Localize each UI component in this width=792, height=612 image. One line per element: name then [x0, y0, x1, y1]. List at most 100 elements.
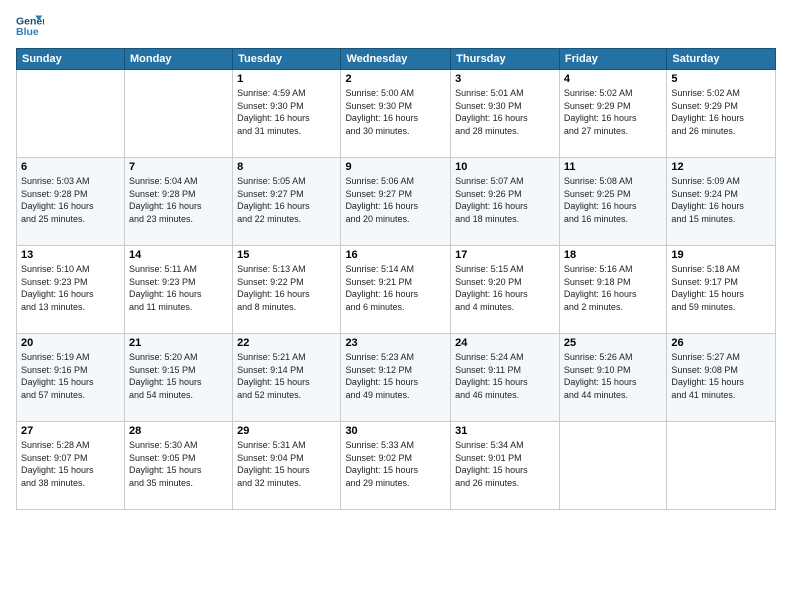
- day-number: 25: [564, 337, 662, 349]
- calendar-cell: 17 Sunrise: 5:15 AM Sunset: 9:20 PM Dayli…: [451, 246, 560, 334]
- day-info: Sunrise: 5:13 AM Sunset: 9:22 PM Dayligh…: [237, 263, 336, 313]
- day-info: Sunrise: 5:04 AM Sunset: 9:28 PM Dayligh…: [129, 175, 228, 225]
- day-info: Sunrise: 5:09 AM Sunset: 9:24 PM Dayligh…: [671, 175, 771, 225]
- day-info: Sunrise: 5:03 AM Sunset: 9:28 PM Dayligh…: [21, 175, 120, 225]
- day-info: Sunrise: 5:11 AM Sunset: 9:23 PM Dayligh…: [129, 263, 228, 313]
- day-number: 27: [21, 425, 120, 437]
- day-info: Sunrise: 5:20 AM Sunset: 9:15 PM Dayligh…: [129, 351, 228, 401]
- weekday-header-saturday: Saturday: [667, 49, 776, 70]
- calendar-cell: 9 Sunrise: 5:06 AM Sunset: 9:27 PM Daylig…: [341, 158, 451, 246]
- day-number: 26: [671, 337, 771, 349]
- day-number: 21: [129, 337, 228, 349]
- day-number: 5: [671, 73, 771, 85]
- calendar-cell: 30 Sunrise: 5:33 AM Sunset: 9:02 PM Dayli…: [341, 422, 451, 510]
- calendar-cell: 31 Sunrise: 5:34 AM Sunset: 9:01 PM Dayli…: [451, 422, 560, 510]
- page-header: General Blue: [16, 12, 776, 40]
- svg-text:Blue: Blue: [16, 26, 39, 38]
- calendar-cell: 7 Sunrise: 5:04 AM Sunset: 9:28 PM Daylig…: [124, 158, 232, 246]
- calendar-cell: 20 Sunrise: 5:19 AM Sunset: 9:16 PM Dayli…: [17, 334, 125, 422]
- day-info: Sunrise: 5:00 AM Sunset: 9:30 PM Dayligh…: [345, 87, 446, 137]
- calendar-cell: 6Sunrise: 5:03 AM Sunset: 9:28 PM Daylig…: [17, 158, 125, 246]
- calendar-cell: 28 Sunrise: 5:30 AM Sunset: 9:05 PM Dayli…: [124, 422, 232, 510]
- day-number: 16: [345, 249, 446, 261]
- day-info: Sunrise: 5:02 AM Sunset: 9:29 PM Dayligh…: [671, 87, 771, 137]
- calendar-cell: 21 Sunrise: 5:20 AM Sunset: 9:15 PM Dayli…: [124, 334, 232, 422]
- day-info: Sunrise: 5:18 AM Sunset: 9:17 PM Dayligh…: [671, 263, 771, 313]
- day-info: Sunrise: 5:21 AM Sunset: 9:14 PM Dayligh…: [237, 351, 336, 401]
- calendar-cell: 15 Sunrise: 5:13 AM Sunset: 9:22 PM Dayli…: [233, 246, 341, 334]
- calendar-week-4: 20 Sunrise: 5:19 AM Sunset: 9:16 PM Dayli…: [17, 334, 776, 422]
- weekday-header-sunday: Sunday: [17, 49, 125, 70]
- calendar-header-row: SundayMondayTuesdayWednesdayThursdayFrid…: [17, 49, 776, 70]
- day-number: 8: [237, 161, 336, 173]
- calendar-cell: 22 Sunrise: 5:21 AM Sunset: 9:14 PM Dayli…: [233, 334, 341, 422]
- day-info: Sunrise: 5:28 AM Sunset: 9:07 PM Dayligh…: [21, 439, 120, 489]
- calendar-cell: 25 Sunrise: 5:26 AM Sunset: 9:10 PM Dayli…: [559, 334, 666, 422]
- day-number: 3: [455, 73, 555, 85]
- calendar-cell: [559, 422, 666, 510]
- day-info: Sunrise: 5:05 AM Sunset: 9:27 PM Dayligh…: [237, 175, 336, 225]
- calendar-cell: 3 Sunrise: 5:01 AM Sunset: 9:30 PM Daylig…: [451, 70, 560, 158]
- calendar-cell: 16 Sunrise: 5:14 AM Sunset: 9:21 PM Dayli…: [341, 246, 451, 334]
- day-info: Sunrise: 5:31 AM Sunset: 9:04 PM Dayligh…: [237, 439, 336, 489]
- day-number: 11: [564, 161, 662, 173]
- day-number: 30: [345, 425, 446, 437]
- day-number: 28: [129, 425, 228, 437]
- day-number: 7: [129, 161, 228, 173]
- calendar-cell: 26 Sunrise: 5:27 AM Sunset: 9:08 PM Dayli…: [667, 334, 776, 422]
- day-number: 2: [345, 73, 446, 85]
- logo-icon: General Blue: [16, 12, 44, 40]
- day-number: 20: [21, 337, 120, 349]
- day-info: Sunrise: 5:27 AM Sunset: 9:08 PM Dayligh…: [671, 351, 771, 401]
- calendar-cell: [17, 70, 125, 158]
- day-info: Sunrise: 5:24 AM Sunset: 9:11 PM Dayligh…: [455, 351, 555, 401]
- day-info: Sunrise: 5:19 AM Sunset: 9:16 PM Dayligh…: [21, 351, 120, 401]
- calendar-cell: 23 Sunrise: 5:23 AM Sunset: 9:12 PM Dayli…: [341, 334, 451, 422]
- calendar-cell: 11 Sunrise: 5:08 AM Sunset: 9:25 PM Dayli…: [559, 158, 666, 246]
- calendar-cell: [667, 422, 776, 510]
- day-info: Sunrise: 5:01 AM Sunset: 9:30 PM Dayligh…: [455, 87, 555, 137]
- calendar-week-5: 27 Sunrise: 5:28 AM Sunset: 9:07 PM Dayli…: [17, 422, 776, 510]
- calendar-cell: 29 Sunrise: 5:31 AM Sunset: 9:04 PM Dayli…: [233, 422, 341, 510]
- day-info: Sunrise: 4:59 AM Sunset: 9:30 PM Dayligh…: [237, 87, 336, 137]
- day-number: 19: [671, 249, 771, 261]
- day-info: Sunrise: 5:26 AM Sunset: 9:10 PM Dayligh…: [564, 351, 662, 401]
- day-info: Sunrise: 5:14 AM Sunset: 9:21 PM Dayligh…: [345, 263, 446, 313]
- day-info: Sunrise: 5:08 AM Sunset: 9:25 PM Dayligh…: [564, 175, 662, 225]
- day-number: 31: [455, 425, 555, 437]
- day-number: 1: [237, 73, 336, 85]
- calendar-cell: 18 Sunrise: 5:16 AM Sunset: 9:18 PM Dayli…: [559, 246, 666, 334]
- day-number: 18: [564, 249, 662, 261]
- day-info: Sunrise: 5:33 AM Sunset: 9:02 PM Dayligh…: [345, 439, 446, 489]
- calendar-cell: 13Sunrise: 5:10 AM Sunset: 9:23 PM Dayli…: [17, 246, 125, 334]
- day-info: Sunrise: 5:34 AM Sunset: 9:01 PM Dayligh…: [455, 439, 555, 489]
- day-number: 29: [237, 425, 336, 437]
- day-number: 23: [345, 337, 446, 349]
- day-info: Sunrise: 5:23 AM Sunset: 9:12 PM Dayligh…: [345, 351, 446, 401]
- calendar-cell: 27 Sunrise: 5:28 AM Sunset: 9:07 PM Dayli…: [17, 422, 125, 510]
- day-number: 10: [455, 161, 555, 173]
- calendar-week-2: 6Sunrise: 5:03 AM Sunset: 9:28 PM Daylig…: [17, 158, 776, 246]
- day-number: 9: [345, 161, 446, 173]
- calendar-cell: 1 Sunrise: 4:59 AM Sunset: 9:30 PM Daylig…: [233, 70, 341, 158]
- calendar-week-3: 13Sunrise: 5:10 AM Sunset: 9:23 PM Dayli…: [17, 246, 776, 334]
- logo: General Blue: [16, 12, 44, 40]
- day-info: Sunrise: 5:10 AM Sunset: 9:23 PM Dayligh…: [21, 263, 120, 313]
- day-info: Sunrise: 5:16 AM Sunset: 9:18 PM Dayligh…: [564, 263, 662, 313]
- weekday-header-monday: Monday: [124, 49, 232, 70]
- day-number: 14: [129, 249, 228, 261]
- calendar-cell: 24 Sunrise: 5:24 AM Sunset: 9:11 PM Dayli…: [451, 334, 560, 422]
- day-info: Sunrise: 5:06 AM Sunset: 9:27 PM Dayligh…: [345, 175, 446, 225]
- day-number: 24: [455, 337, 555, 349]
- weekday-header-tuesday: Tuesday: [233, 49, 341, 70]
- day-number: 17: [455, 249, 555, 261]
- day-info: Sunrise: 5:02 AM Sunset: 9:29 PM Dayligh…: [564, 87, 662, 137]
- day-info: Sunrise: 5:07 AM Sunset: 9:26 PM Dayligh…: [455, 175, 555, 225]
- day-info: Sunrise: 5:30 AM Sunset: 9:05 PM Dayligh…: [129, 439, 228, 489]
- calendar-cell: 8 Sunrise: 5:05 AM Sunset: 9:27 PM Daylig…: [233, 158, 341, 246]
- calendar-cell: 4Sunrise: 5:02 AM Sunset: 9:29 PM Daylig…: [559, 70, 666, 158]
- day-info: Sunrise: 5:15 AM Sunset: 9:20 PM Dayligh…: [455, 263, 555, 313]
- day-number: 22: [237, 337, 336, 349]
- weekday-header-thursday: Thursday: [451, 49, 560, 70]
- day-number: 15: [237, 249, 336, 261]
